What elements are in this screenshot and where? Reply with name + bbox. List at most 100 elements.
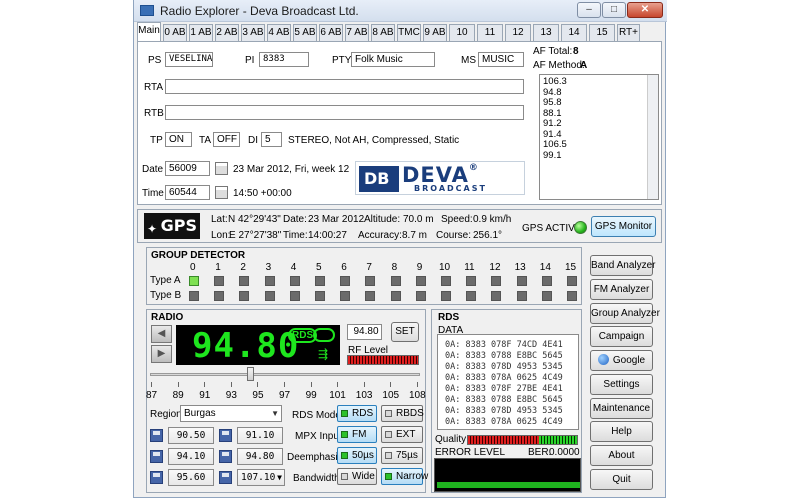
af-list-item[interactable]: 106.5 <box>543 139 567 150</box>
af-list-scrollbar[interactable] <box>647 75 658 199</box>
tab-tmc[interactable]: TMC <box>397 24 421 41</box>
tab-12-ab[interactable]: 12 AB <box>505 24 531 54</box>
tab-9-ab[interactable]: 9 AB <box>423 24 447 41</box>
group-a-indicator <box>214 276 225 286</box>
close-button[interactable]: ✕ <box>627 2 663 18</box>
group-a-indicator <box>491 276 502 286</box>
group-number: 9 <box>416 262 423 273</box>
save-preset-icon[interactable] <box>219 429 232 442</box>
ta-field: OFF <box>213 132 240 147</box>
tab-1-ab[interactable]: 1 AB <box>189 24 213 41</box>
af-list-item[interactable]: 94.8 <box>543 87 562 98</box>
gps-lon: E 27°27'38" <box>229 230 282 241</box>
preset-button[interactable]: 91.10 <box>237 427 283 444</box>
bandwidth-option-0[interactable]: Wide <box>337 468 377 485</box>
preset-button[interactable]: 95.60 <box>168 469 214 486</box>
scale-tick <box>230 382 237 387</box>
scale-tick <box>151 382 157 387</box>
campaign-button[interactable]: Campaign <box>590 326 653 347</box>
tab-14-ab[interactable]: 14 AB <box>561 24 587 54</box>
ps-field: VESELINA <box>165 52 213 67</box>
calendar-icon <box>215 162 228 175</box>
preset-button[interactable]: 94.10 <box>168 448 214 465</box>
scale-label: 99 <box>305 390 317 401</box>
date-field: 56009 <box>165 161 210 176</box>
af-list-item[interactable]: 91.4 <box>543 129 562 140</box>
frequency-input[interactable]: 94.80 <box>347 324 382 340</box>
tuning-slider-thumb[interactable] <box>246 367 254 381</box>
region-label: Region <box>150 409 182 420</box>
preset-button[interactable]: 90.50 <box>168 427 214 444</box>
rtb-label: RTB <box>144 108 164 119</box>
rds-mode-option-1[interactable]: RBDS <box>381 405 424 422</box>
google-button[interactable]: Google <box>590 350 653 371</box>
af-list-item[interactable]: 88.1 <box>543 108 562 119</box>
group-analyzer-button[interactable]: Group Analyzer <box>590 303 660 324</box>
logo-registered: ® <box>468 163 479 173</box>
rf-level-meter <box>347 355 419 365</box>
save-preset-icon[interactable] <box>150 429 163 442</box>
mpx-input-label: MPX Input <box>295 431 342 442</box>
fm-analyzer-button[interactable]: FM Analyzer <box>590 279 653 300</box>
mpx-option-0[interactable]: FM <box>337 426 377 443</box>
group-detector-panel: GROUP DETECTOR Type A Type B 01234567891… <box>146 247 582 305</box>
tune-up-button[interactable]: ◀ <box>151 325 172 343</box>
pty-field: Folk Music <box>351 52 435 67</box>
tab-13-ab[interactable]: 13 AB <box>533 24 559 54</box>
tab-0-ab[interactable]: 0 AB <box>163 24 187 41</box>
tab-7-ab[interactable]: 7 AB <box>345 24 369 41</box>
ms-field: MUSIC <box>478 52 524 67</box>
af-list-item[interactable]: 91.2 <box>543 118 562 129</box>
tab-8-ab[interactable]: 8 AB <box>371 24 395 41</box>
tab-11-ab[interactable]: 11 AB <box>477 24 503 54</box>
tab-2-ab[interactable]: 2 AB <box>215 24 239 41</box>
maintenance-button[interactable]: Maintenance <box>590 398 653 419</box>
group-a-indicator <box>567 276 577 286</box>
about-button[interactable]: About <box>590 445 653 466</box>
chevron-down-icon: ▼ <box>277 473 282 482</box>
minimize-button[interactable]: – <box>577 2 601 18</box>
deemphasis-option-1[interactable]: 75µs <box>381 447 423 464</box>
preset-value: 107.10 <box>241 472 276 483</box>
tab-rt-[interactable]: RT+ <box>617 24 640 41</box>
settings-button[interactable]: Settings <box>590 374 653 395</box>
tab-main[interactable]: Main <box>137 22 161 42</box>
preset-button[interactable]: 94.80 <box>237 448 283 465</box>
bandwidth-option-1[interactable]: Narrow <box>381 468 428 485</box>
rds-mode-label: RDS Mode <box>292 410 341 421</box>
title-bar[interactable]: Radio Explorer - Deva Broadcast Ltd. – □… <box>134 0 667 22</box>
gps-monitor-button[interactable]: GPS Monitor <box>591 216 656 237</box>
af-list[interactable]: 106.3 94.8 95.8 88.1 91.2 91.4 106.5 99.1 <box>539 74 659 200</box>
tab-4-ab[interactable]: 4 AB <box>267 24 291 41</box>
af-list-item[interactable]: 99.1 <box>543 150 562 161</box>
tab-10-ab[interactable]: 10 AB <box>449 24 475 54</box>
af-list-item[interactable]: 95.8 <box>543 97 562 108</box>
save-preset-icon[interactable] <box>219 450 232 463</box>
af-list-item[interactable]: 106.3 <box>543 76 567 87</box>
tab-5-ab[interactable]: 5 AB <box>293 24 317 41</box>
save-preset-icon[interactable] <box>150 471 163 484</box>
rds-mode-option-0[interactable]: RDS <box>337 405 377 422</box>
set-button[interactable]: SET <box>391 322 419 342</box>
mpx-option-1[interactable]: EXT <box>381 426 423 443</box>
radio-indicator <box>341 431 348 438</box>
group-a-indicator <box>441 276 451 286</box>
tuning-slider-track[interactable] <box>150 373 420 376</box>
tab-3-ab[interactable]: 3 AB <box>241 24 265 41</box>
bandwidth-label: Bandwidth <box>293 473 340 484</box>
group-b-indicator <box>491 291 502 301</box>
rds-data-box[interactable]: 0A: 8383 078F 74CD 4E41 0A: 8383 0788 E8B… <box>437 334 579 430</box>
region-select[interactable]: Burgas ▼ <box>180 405 282 422</box>
save-preset-icon[interactable] <box>150 450 163 463</box>
preset-select[interactable]: 107.10 ▼ <box>237 469 285 486</box>
band-analyzer-button[interactable]: Band Analyzer <box>590 255 656 276</box>
tab-6-ab[interactable]: 6 AB <box>319 24 343 41</box>
help-button[interactable]: Help <box>590 421 653 442</box>
maximize-button[interactable]: □ <box>602 2 626 18</box>
deemphasis-option-0[interactable]: 50µs <box>337 447 377 464</box>
save-preset-icon[interactable] <box>219 471 232 484</box>
quit-button[interactable]: Quit <box>590 469 653 490</box>
tune-down-button[interactable]: ▶ <box>151 345 172 363</box>
tab-15-ab[interactable]: 15 AB <box>589 24 615 54</box>
pty-label: PTY <box>332 55 352 66</box>
